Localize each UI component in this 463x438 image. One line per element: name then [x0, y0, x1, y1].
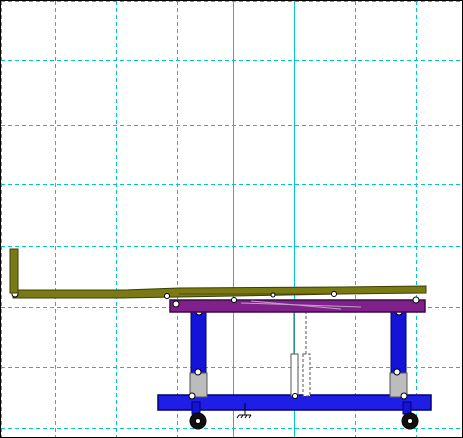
left-lift-column[interactable] [188, 308, 208, 400]
table-top-deck[interactable] [11, 285, 427, 299]
right-lift-column[interactable] [389, 308, 408, 400]
head-end-post[interactable] [9, 248, 19, 294]
mechanism-canvas[interactable] [1, 1, 462, 437]
mechanism-drawing-viewport[interactable] [0, 0, 463, 438]
center-actuator[interactable] [290, 311, 311, 399]
grid-vertical-lines [1, 1, 417, 437]
purple-frame[interactable] [169, 296, 426, 313]
